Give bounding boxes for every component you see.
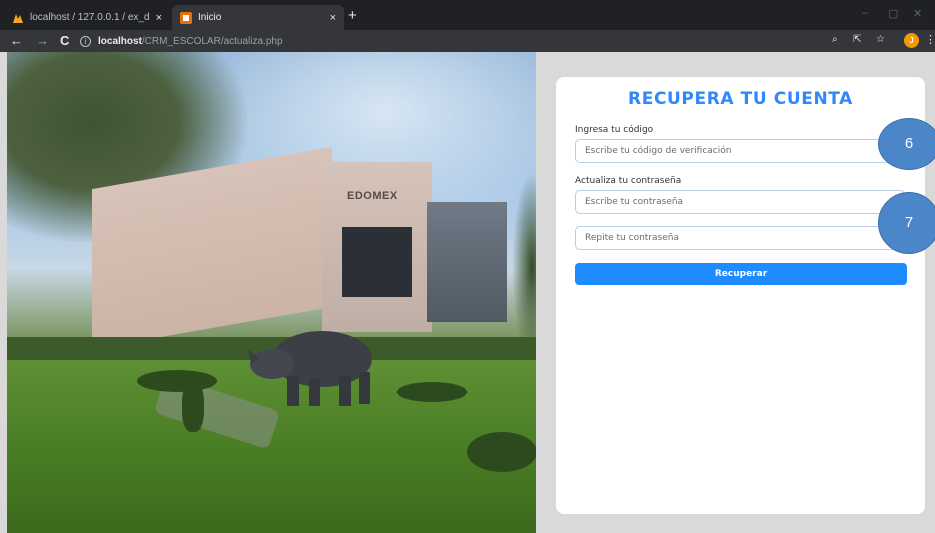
profile-avatar[interactable]: J — [904, 33, 919, 48]
forward-icon[interactable]: → — [36, 32, 49, 50]
browser-toolbar: ← → C i localhost /CRM_ESCOLAR/actualiza… — [0, 30, 935, 52]
tab-inicio[interactable]: Inicio × — [172, 5, 344, 30]
site-info-icon[interactable]: i — [80, 35, 91, 47]
share-icon[interactable]: ⇱ — [853, 34, 861, 45]
campus-photo: EDOMEX — [7, 52, 536, 533]
page-viewport: EDOMEX RECUPERA TU CUENTA Ingresa tu cód… — [0, 52, 935, 533]
code-label: Ingresa tu código — [575, 125, 654, 135]
tab-title: localhost / 127.0.0.1 / ex_diagno — [30, 12, 150, 23]
page-title: RECUPERA TU CUENTA — [628, 89, 853, 109]
tab-close-icon[interactable]: × — [330, 12, 336, 24]
address-path: /CRM_ESCOLAR/actualiza.php — [141, 35, 283, 47]
shrub — [397, 382, 467, 402]
annotation-marker-6: 6 — [878, 118, 935, 170]
bookmark-star-icon[interactable]: ☆ — [876, 34, 885, 45]
cypress-tree — [512, 172, 536, 362]
rhino-statue — [247, 331, 372, 406]
reload-icon[interactable]: C — [60, 32, 69, 50]
address-bar[interactable]: i localhost /CRM_ESCOLAR/actualiza.php — [80, 32, 910, 50]
tab-close-icon[interactable]: × — [156, 12, 162, 24]
new-tab-button[interactable]: + — [348, 7, 357, 24]
minimize-icon[interactable]: – — [862, 7, 868, 19]
verification-code-input[interactable]: Escribe tu código de verificación — [575, 139, 905, 163]
recover-button[interactable]: Recuperar — [575, 263, 907, 285]
close-window-icon[interactable]: ✕ — [913, 7, 922, 20]
zoom-icon[interactable]: ⌕ — [832, 34, 838, 45]
maximize-icon[interactable]: ▢ — [888, 7, 898, 20]
building-wing — [427, 202, 507, 322]
shrub — [467, 432, 536, 472]
password-label: Actualiza tu contraseña — [575, 176, 682, 186]
shrub — [182, 382, 204, 432]
tab-phpmyadmin[interactable]: localhost / 127.0.0.1 / ex_diagno × — [4, 5, 170, 30]
annotation-marker-7: 7 — [878, 192, 935, 254]
building-window — [342, 227, 412, 297]
address-host: localhost — [98, 35, 142, 47]
recover-account-card: RECUPERA TU CUENTA Ingresa tu código Esc… — [556, 77, 925, 514]
browser-tab-strip: localhost / 127.0.0.1 / ex_diagno × Inic… — [0, 0, 935, 30]
site-favicon-icon — [180, 11, 192, 24]
browser-menu-icon[interactable]: ⋮ — [925, 33, 935, 46]
building-sign: EDOMEX — [347, 190, 398, 202]
shrub — [137, 370, 217, 392]
new-password-input[interactable]: Escribe tu contraseña — [575, 190, 905, 214]
repeat-password-input[interactable]: Repite tu contraseña — [575, 226, 905, 250]
tab-title: Inicio — [198, 12, 222, 23]
phpmyadmin-icon — [13, 13, 23, 23]
back-icon[interactable]: ← — [10, 32, 23, 50]
